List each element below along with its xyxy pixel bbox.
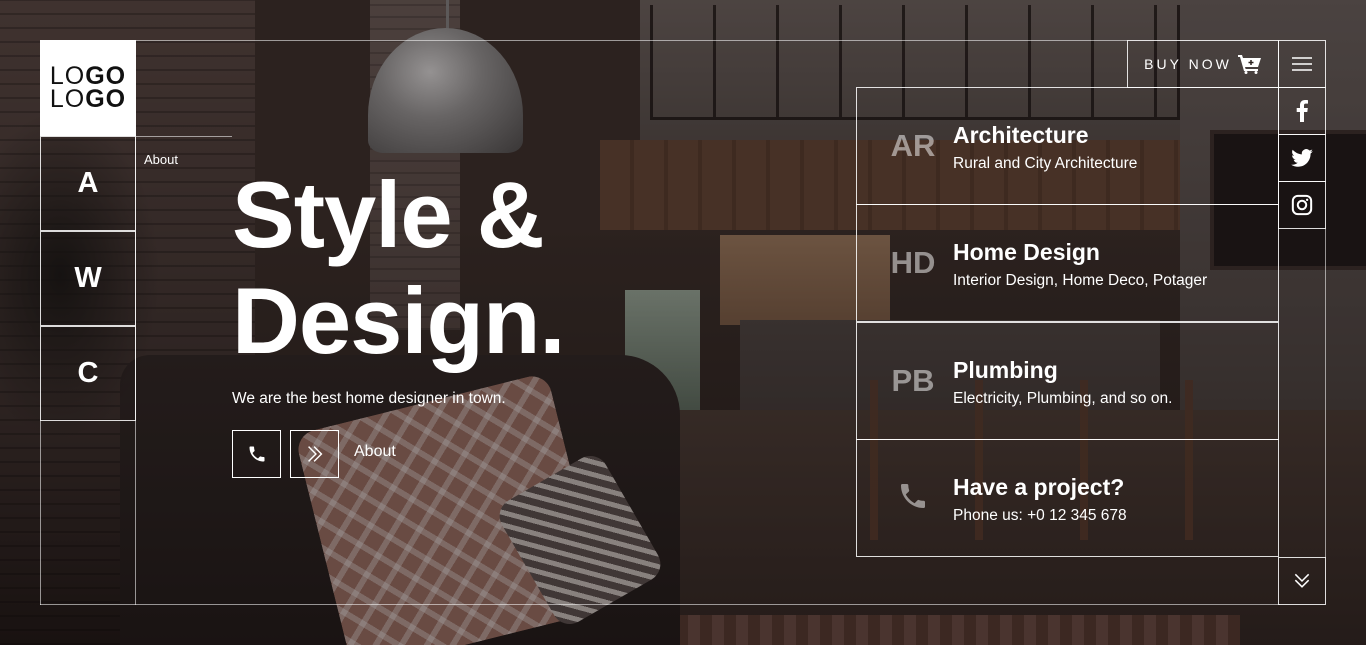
twitter-icon	[1291, 149, 1313, 167]
menu-button[interactable]	[1278, 40, 1326, 88]
service-title: Home Design	[953, 239, 1100, 265]
logo[interactable]: LOGO LOGO	[40, 40, 136, 136]
service-architecture[interactable]: AR Architecture Rural and City Architect…	[856, 87, 1279, 205]
frame-bottom-line	[40, 604, 1280, 605]
service-title: Have a project?	[953, 474, 1125, 500]
phone-icon	[249, 446, 264, 462]
buy-now-label: BUY NOW	[1144, 56, 1232, 72]
double-chevron-down-icon	[1294, 573, 1310, 588]
frame-about-line	[136, 136, 232, 137]
twitter-link[interactable]	[1278, 134, 1326, 182]
service-desc: Interior Design, Home Deco, Potager	[953, 272, 1208, 289]
buy-now-button[interactable]: BUY NOW	[1127, 40, 1279, 88]
cart-icon	[1237, 55, 1261, 74]
frame-left-line	[40, 420, 41, 605]
phone-icon	[901, 484, 925, 508]
side-about-link[interactable]: About	[144, 152, 178, 167]
frame-top-line	[136, 40, 1128, 41]
next-button[interactable]	[290, 430, 339, 478]
hero-about-link[interactable]: About	[354, 443, 396, 461]
facebook-link[interactable]	[1278, 87, 1326, 135]
service-title: Plumbing	[953, 357, 1058, 383]
service-desc: Rural and City Architecture	[953, 155, 1138, 172]
hero-title-line-1: Style &	[232, 162, 545, 267]
phone-button[interactable]	[232, 430, 281, 478]
facebook-icon	[1296, 100, 1308, 122]
double-chevron-right-icon	[307, 446, 322, 462]
service-title: Architecture	[953, 122, 1089, 148]
service-plumbing[interactable]: PB Plumbing Electricity, Plumbing, and s…	[856, 322, 1279, 440]
instagram-link[interactable]	[1278, 181, 1326, 229]
instagram-icon	[1291, 194, 1313, 216]
hamburger-menu-icon	[1292, 57, 1312, 71]
side-nav-item-a[interactable]: A	[40, 136, 136, 231]
side-nav-item-w[interactable]: W	[40, 231, 136, 326]
service-contact[interactable]: Have a project? Phone us: +0 12 345 678	[856, 439, 1279, 557]
hero-title: Style & Design.	[232, 162, 566, 374]
service-home-design[interactable]: HD Home Design Interior Design, Home Dec…	[856, 204, 1279, 322]
hero-title-line-2: Design.	[232, 268, 566, 373]
service-desc: Phone us: +0 12 345 678	[953, 507, 1127, 524]
hero-subtitle: We are the best home designer in town.	[232, 390, 506, 407]
scroll-down-button[interactable]	[1278, 557, 1326, 605]
logo-line-2: LOGO	[49, 85, 127, 113]
frame-right-line	[1325, 228, 1326, 558]
side-nav-item-c[interactable]: C	[40, 326, 136, 421]
service-desc: Electricity, Plumbing, and so on.	[953, 390, 1173, 407]
